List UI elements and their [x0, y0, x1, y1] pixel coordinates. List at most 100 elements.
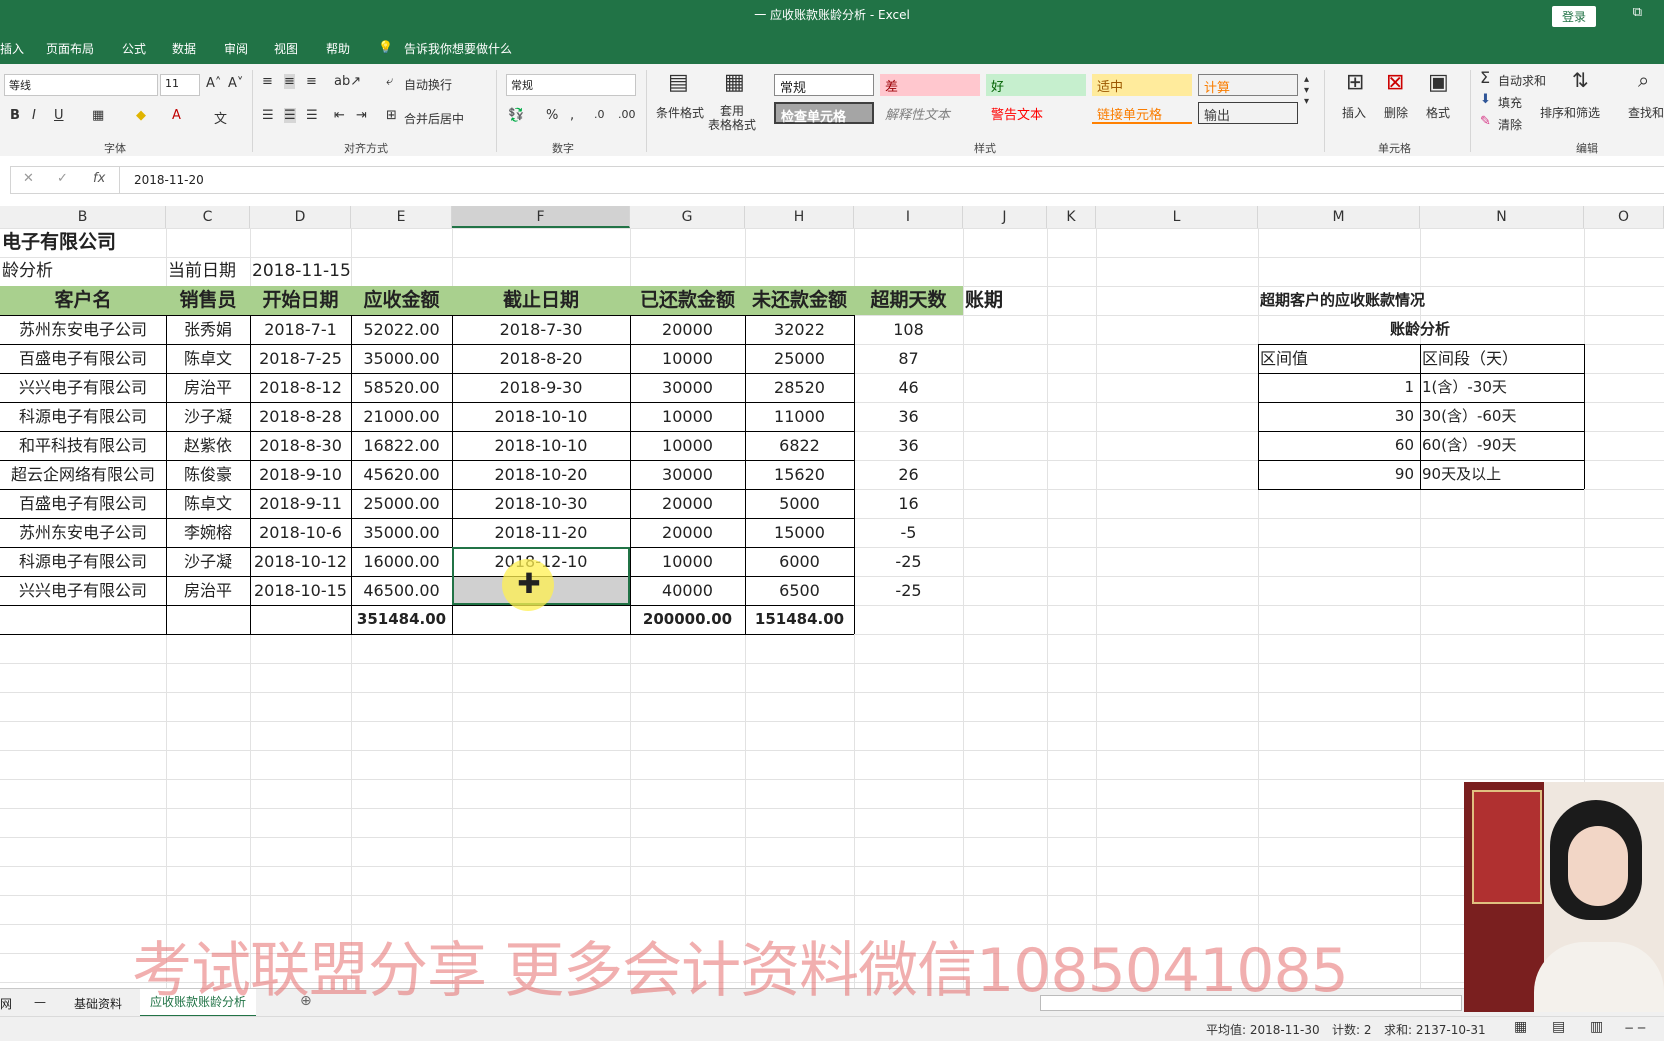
current-date-value[interactable]: 2018-11-15 — [252, 257, 372, 286]
font-size-select[interactable]: 11 — [160, 74, 200, 96]
formula-input[interactable]: 2018-11-20 — [120, 166, 1664, 194]
table-cell[interactable]: 28520 — [747, 373, 852, 402]
side-cell[interactable]: 90 — [1260, 460, 1418, 489]
table-cell[interactable]: 46 — [856, 373, 961, 402]
style-neutral[interactable]: 适中 — [1092, 74, 1192, 96]
table-cell[interactable]: 2018-8-28 — [252, 402, 349, 431]
styles-scroll-icon[interactable]: ▴ ▾ ▾ — [1304, 74, 1309, 107]
side-cell[interactable]: 1(含）-30天 — [1422, 373, 1582, 402]
table-cell[interactable]: 30000 — [632, 460, 743, 489]
increase-decimal-icon[interactable]: .0 — [594, 108, 605, 121]
side-cell[interactable]: 30 — [1260, 402, 1418, 431]
table-cell[interactable]: 2018-9-10 — [252, 460, 349, 489]
report-subtitle[interactable]: 龄分析 — [2, 257, 164, 286]
side-cell[interactable]: 30(含）-60天 — [1422, 402, 1582, 431]
tab-view[interactable]: 视图 — [274, 40, 298, 57]
font-color-icon[interactable]: A — [172, 108, 181, 123]
table-cell[interactable]: 46500.00 — [353, 576, 450, 605]
align-left-icon[interactable]: ☰ — [262, 108, 274, 123]
tab-page-layout[interactable]: 页面布局 — [46, 40, 94, 57]
table-cell[interactable]: 百盛电子有限公司 — [2, 344, 164, 373]
table-cell[interactable]: 和平科技有限公司 — [2, 431, 164, 460]
table-cell[interactable]: 2018-7-30 — [454, 315, 628, 344]
sheet-tab-network[interactable]: 网 — [0, 995, 12, 1012]
delete-cells-icon[interactable]: ⊠ — [1386, 70, 1404, 95]
comma-icon[interactable]: , — [570, 108, 574, 123]
side-header[interactable]: 区间段（天） — [1422, 344, 1582, 373]
table-cell[interactable]: 沙子凝 — [168, 402, 248, 431]
table-cell[interactable]: -25 — [856, 547, 961, 576]
page-break-view-icon[interactable]: ▥ — [1590, 1019, 1603, 1035]
table-cell[interactable]: 15620 — [747, 460, 852, 489]
sheet-tab-dash[interactable]: — — [34, 995, 46, 1009]
table-cell[interactable]: 20000 — [632, 489, 743, 518]
table-header[interactable]: 客户名 — [2, 286, 164, 315]
merge-center-button[interactable]: 合并后居中 — [404, 110, 464, 127]
number-format-select[interactable]: 常规 — [506, 74, 636, 96]
style-normal[interactable]: 常规 — [774, 74, 874, 96]
sheet-tab-base-data[interactable]: 基础资料 — [74, 995, 122, 1012]
style-explanatory[interactable]: 解释性文本 — [880, 102, 980, 124]
table-format-button[interactable]: 套用 表格格式 — [708, 104, 756, 132]
table-cell[interactable]: 2018-10-10 — [454, 402, 628, 431]
page-layout-view-icon[interactable]: ▤ — [1552, 1019, 1565, 1035]
table-header[interactable]: 应收金额 — [353, 286, 450, 315]
bold-icon[interactable]: B — [10, 108, 20, 123]
side-cell[interactable]: 90天及以上 — [1422, 460, 1582, 489]
table-cell[interactable]: 2018-7-25 — [252, 344, 349, 373]
company-title[interactable]: 电子有限公司 — [2, 228, 302, 257]
column-header-j[interactable]: J — [963, 206, 1047, 228]
tell-me-input[interactable]: 告诉我你想要做什么 — [404, 40, 512, 57]
border-icon[interactable]: ▦ — [92, 108, 104, 123]
table-header[interactable]: 账期 — [965, 286, 1045, 315]
align-top-icon[interactable]: ≡ — [262, 74, 273, 89]
style-output[interactable]: 输出 — [1198, 102, 1298, 124]
table-cell[interactable]: 40000 — [632, 576, 743, 605]
table-cell[interactable]: 108 — [856, 315, 961, 344]
tab-review[interactable]: 审阅 — [224, 40, 248, 57]
table-cell[interactable]: 兴兴电子有限公司 — [2, 373, 164, 402]
insert-button[interactable]: 插入 — [1342, 104, 1366, 121]
phonetic-icon[interactable]: 文 — [214, 108, 227, 127]
sort-filter-icon[interactable]: ⇅ — [1572, 68, 1589, 92]
table-cell[interactable]: 2018-11-20 — [454, 518, 628, 547]
table-cell[interactable]: 30000 — [632, 373, 743, 402]
table-cell[interactable]: 2018-10-10 — [454, 431, 628, 460]
increase-indent-icon[interactable]: ⇥ — [356, 108, 367, 123]
style-check-cell[interactable]: 检查单元格 — [774, 102, 874, 125]
align-right-icon[interactable]: ☰ — [306, 108, 318, 123]
table-cell[interactable]: 15000 — [747, 518, 852, 547]
wrap-text-button[interactable]: 自动换行 — [404, 76, 452, 93]
table-cell[interactable]: 26 — [856, 460, 961, 489]
style-linked-cell[interactable]: 链接单元格 — [1092, 102, 1192, 124]
style-calculation[interactable]: 计算 — [1198, 74, 1298, 96]
table-cell[interactable]: 36 — [856, 431, 961, 460]
table-cell[interactable]: 16 — [856, 489, 961, 518]
zoom-slider[interactable]: − ─ — [1624, 1021, 1645, 1035]
column-header-m[interactable]: M — [1258, 206, 1420, 228]
style-warning[interactable]: 警告文本 — [986, 102, 1086, 124]
tab-data[interactable]: 数据 — [172, 40, 196, 57]
column-header-i[interactable]: I — [854, 206, 963, 228]
table-cell[interactable]: 16822.00 — [353, 431, 450, 460]
table-cell[interactable]: 35000.00 — [353, 344, 450, 373]
table-cell[interactable]: 25000.00 — [353, 489, 450, 518]
table-cell[interactable]: 兴兴电子有限公司 — [2, 576, 164, 605]
table-header[interactable]: 已还款金额 — [632, 286, 743, 315]
table-header[interactable]: 截止日期 — [454, 286, 628, 315]
decrease-decimal-icon[interactable]: .00 — [618, 108, 636, 121]
insert-cells-icon[interactable]: ⊞ — [1346, 70, 1364, 95]
merge-icon[interactable]: ⊞ — [386, 108, 397, 123]
table-format-icon[interactable]: ▦ — [724, 70, 745, 95]
column-header-l[interactable]: L — [1096, 206, 1258, 228]
style-bad[interactable]: 差 — [880, 74, 980, 96]
total-receivable[interactable]: 351484.00 — [353, 605, 450, 634]
table-cell[interactable]: 20000 — [632, 518, 743, 547]
tab-help[interactable]: 帮助 — [326, 40, 350, 57]
table-cell[interactable]: 赵紫依 — [168, 431, 248, 460]
table-cell[interactable]: 陈卓文 — [168, 489, 248, 518]
column-header-g[interactable]: G — [630, 206, 745, 228]
table-cell[interactable]: 2018-8-20 — [454, 344, 628, 373]
table-cell[interactable]: 16000.00 — [353, 547, 450, 576]
conditional-format-icon[interactable]: ▤ — [668, 70, 689, 95]
